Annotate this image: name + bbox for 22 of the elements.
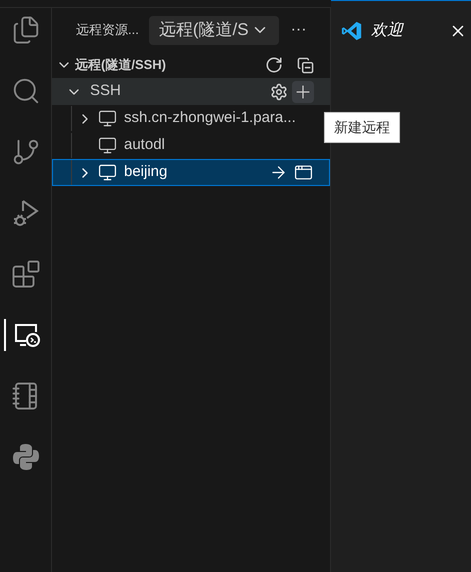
view-dropdown[interactable]: 远程(隧道/S [148, 16, 279, 44]
sidebar-title: 远程资源... [76, 21, 139, 40]
item-label: beijing [124, 162, 168, 182]
python-icon [10, 442, 40, 472]
section-title[interactable]: 远程(隧道/SSH) [75, 55, 265, 75]
settings-icon[interactable] [270, 82, 288, 100]
tooltip: 新建远程 [324, 112, 400, 143]
collapse-all-icon[interactable] [297, 56, 314, 74]
refresh-icon[interactable] [265, 56, 283, 74]
vscode-logo-icon [341, 20, 363, 42]
monitor-icon [98, 136, 117, 155]
monitor-icon [98, 109, 117, 128]
monitor-icon [98, 163, 117, 182]
add-icon[interactable] [292, 80, 314, 102]
group-label: SSH [90, 81, 122, 102]
more-actions-button[interactable]: ··· [290, 18, 307, 42]
item-label: autodl [124, 135, 166, 156]
tree-group-row[interactable]: SSH [52, 78, 330, 105]
tree-item[interactable]: beijing [52, 159, 330, 186]
item-label: ssh.cn-zhongwei-1.para... [124, 108, 297, 128]
window-plus-icon[interactable] [294, 163, 313, 182]
extensions-icon [10, 259, 40, 289]
